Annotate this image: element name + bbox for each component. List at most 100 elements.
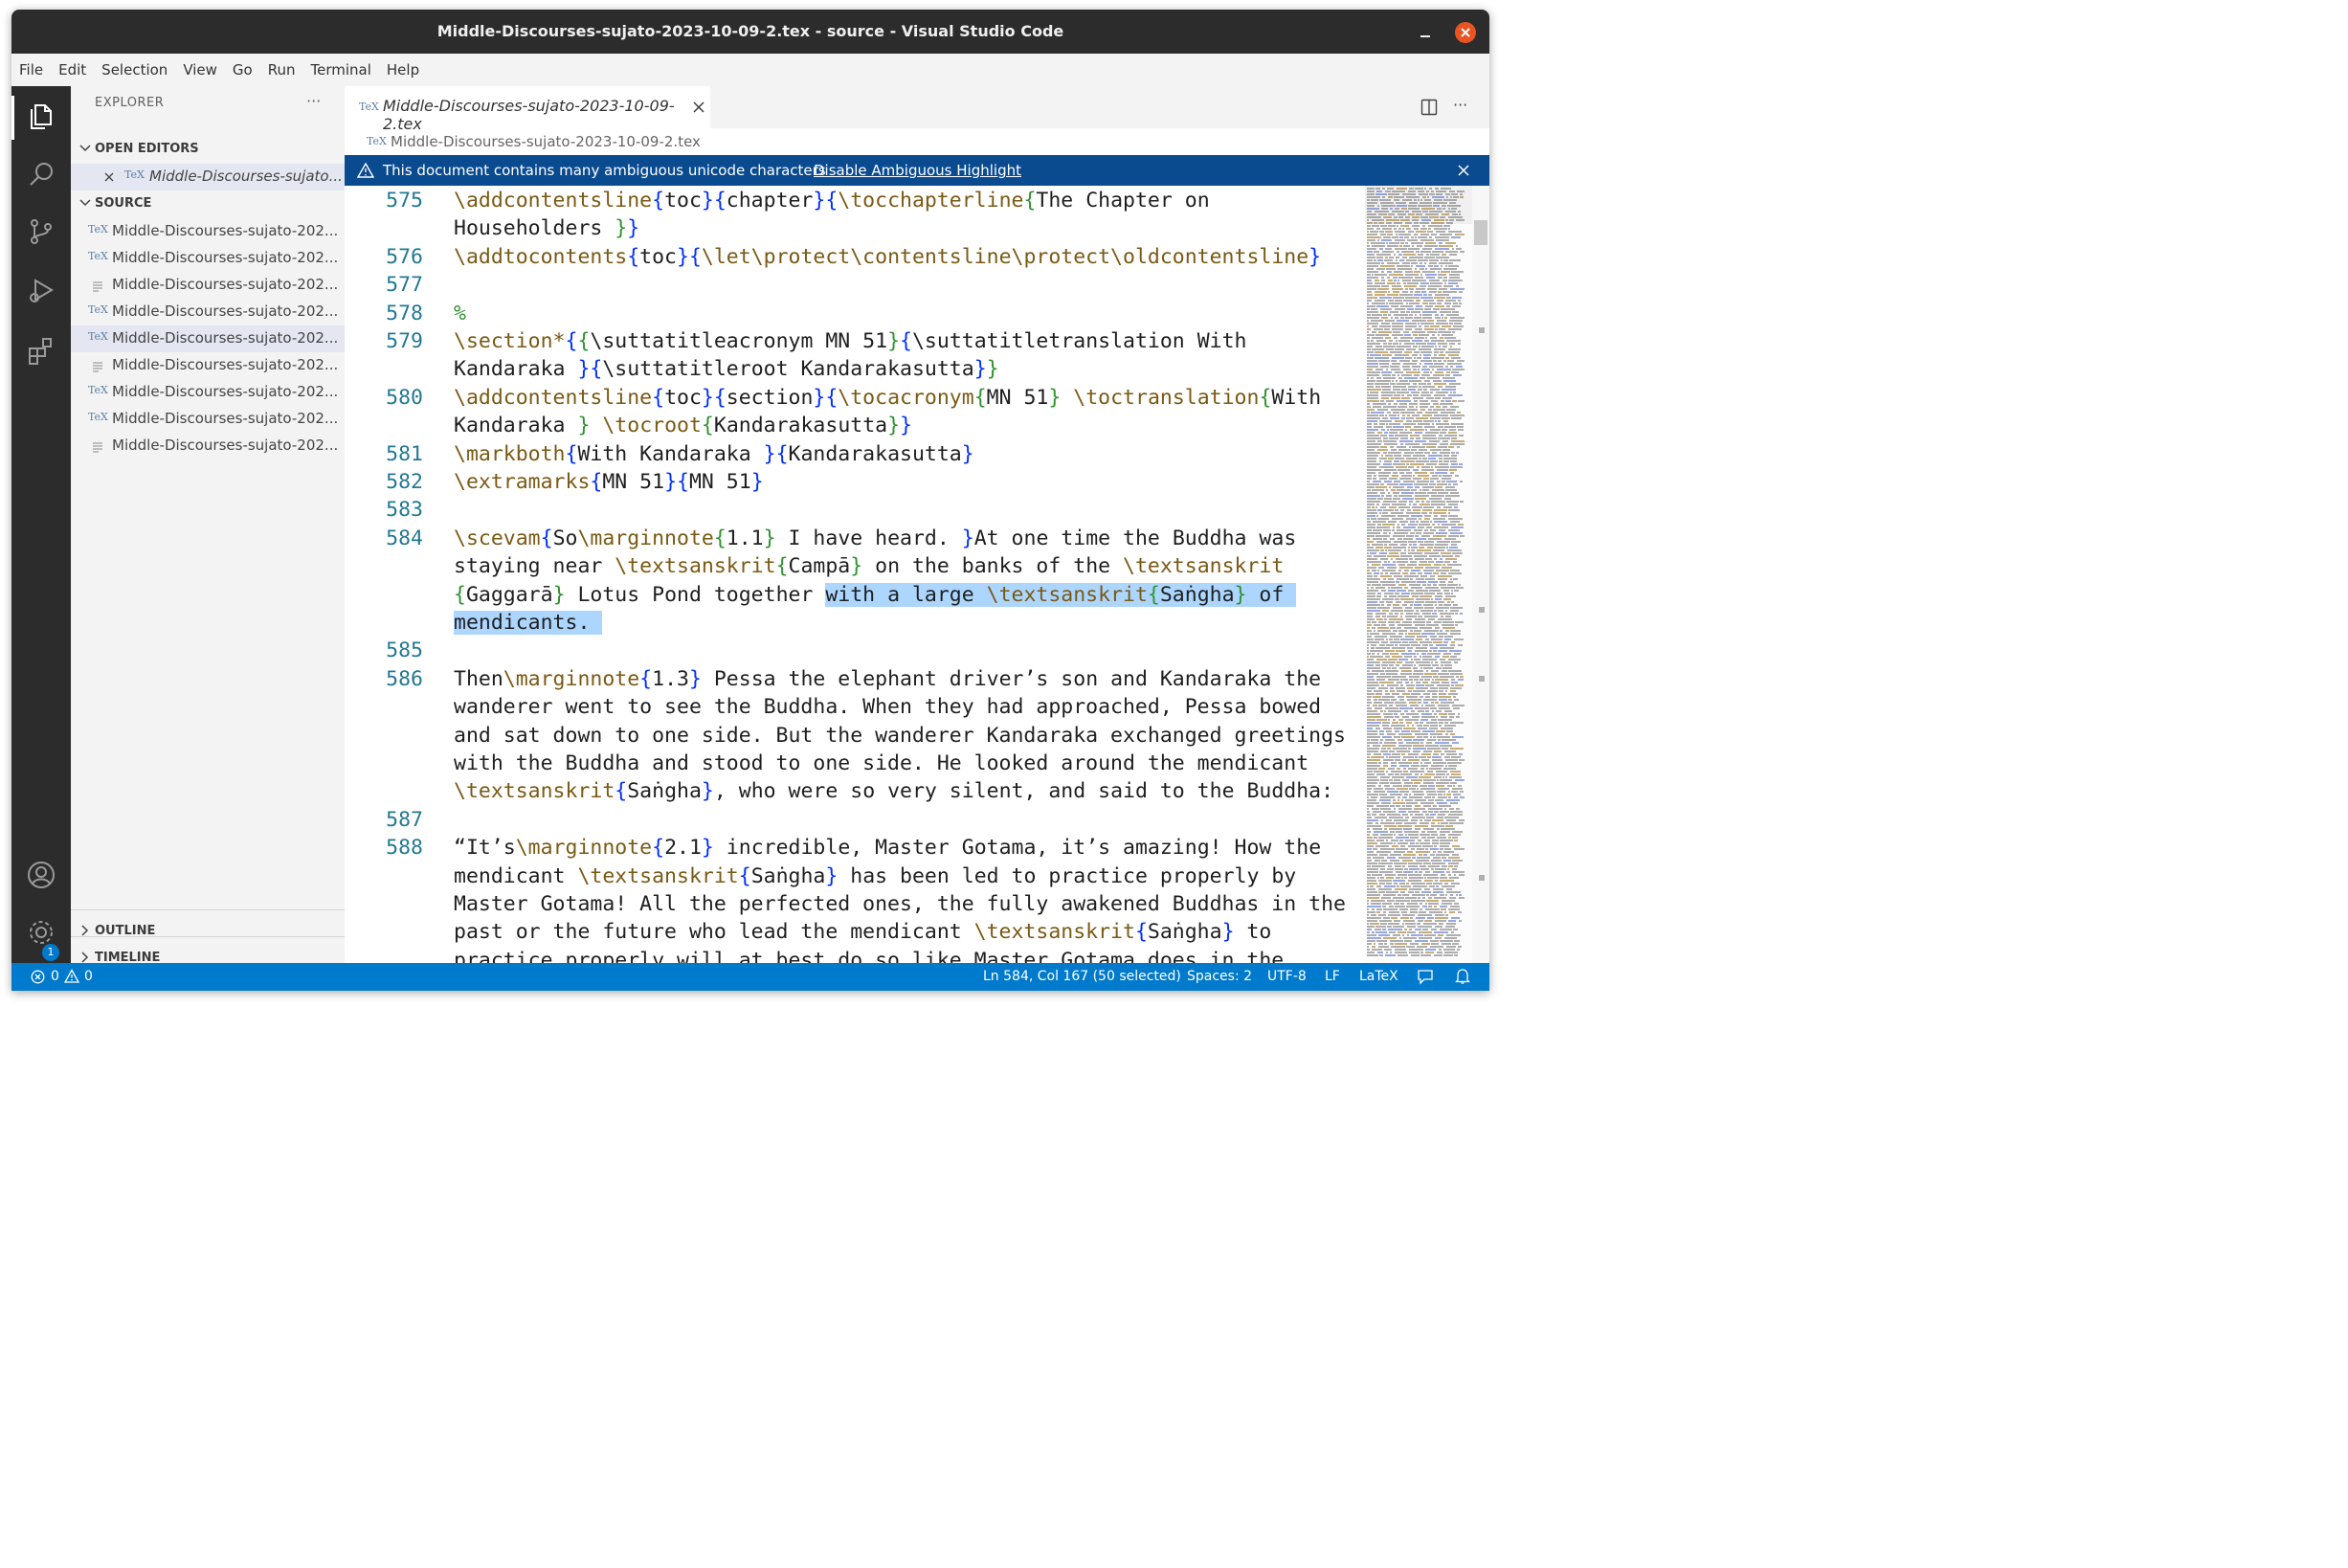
minimap-stroke [1415, 291, 1420, 293]
explorer-icon[interactable] [26, 100, 56, 130]
accounts-icon[interactable] [26, 860, 56, 890]
source-file-item[interactable]: Middle-Discourses-sujato-202... [71, 272, 345, 299]
notifications-bell-icon[interactable] [1455, 968, 1470, 985]
menu-terminal[interactable]: Terminal [303, 54, 379, 86]
source-file-item[interactable]: TeX Middle-Discourses-sujato-202... [71, 325, 345, 352]
minimap-stroke [1367, 923, 1369, 925]
scrollbar-thumb[interactable] [1474, 220, 1487, 245]
minimap-stroke [1367, 440, 1375, 442]
minimap-stroke [1445, 486, 1455, 488]
feedback-icon[interactable] [1417, 969, 1434, 985]
indentation[interactable]: Spaces: 2 [1187, 969, 1252, 984]
close-tab-icon[interactable] [693, 101, 704, 113]
minimap-stroke [1415, 650, 1428, 652]
language-mode[interactable]: LaTeX [1359, 969, 1398, 984]
minimap-stroke [1415, 472, 1427, 474]
minimap-stroke [1389, 618, 1403, 620]
source-label: SOURCE [95, 196, 152, 211]
minimap[interactable] [1365, 186, 1472, 963]
minimap-stroke [1394, 638, 1399, 640]
source-file-item[interactable]: Middle-Discourses-sujato-202... [71, 433, 345, 459]
source-file-item[interactable]: TeX Middle-Discourses-sujato-202... [71, 379, 345, 406]
minimap-stroke [1390, 429, 1403, 431]
minimap-stroke [1403, 254, 1416, 256]
minimap-stroke [1367, 414, 1378, 416]
minimap-stroke [1459, 463, 1463, 465]
run-debug-icon[interactable] [26, 276, 56, 306]
menu-view[interactable]: View [175, 54, 225, 86]
source-file-item[interactable]: Middle-Discourses-sujato-202... [71, 352, 345, 379]
menu-file[interactable]: File [11, 54, 51, 86]
minimap-stroke [1440, 880, 1454, 882]
minimap-stroke [1446, 794, 1451, 795]
minimap-stroke [1433, 308, 1440, 310]
minimap-stroke [1367, 676, 1374, 678]
minimap-stroke [1425, 684, 1434, 686]
outline-section[interactable]: OUTLINE [71, 919, 345, 944]
menu-go[interactable]: Go [225, 54, 260, 86]
minimap-stroke [1426, 742, 1432, 744]
warning-icon[interactable] [64, 969, 79, 983]
minimap-stroke [1420, 952, 1423, 953]
editor-more-icon[interactable]: ··· [1453, 96, 1467, 114]
minimap-stroke [1442, 682, 1449, 683]
close-window-icon[interactable] [1454, 21, 1477, 44]
menu-edit[interactable]: Edit [51, 54, 94, 86]
source-file-item[interactable]: TeX Middle-Discourses-sujato-202... [71, 218, 345, 245]
minimap-stroke [1429, 644, 1433, 646]
menu-selection[interactable]: Selection [94, 54, 175, 86]
open-editors-section[interactable]: OPEN EDITORS [71, 137, 345, 162]
minimap-viewport[interactable] [1365, 186, 1472, 224]
minimap-stroke [1395, 906, 1405, 907]
minimap-stroke [1367, 532, 1380, 534]
close-icon[interactable] [104, 172, 114, 182]
source-control-icon[interactable] [26, 216, 56, 247]
minimap-stroke [1404, 739, 1412, 741]
error-count[interactable]: 0 [51, 969, 59, 984]
minimap-stroke [1435, 466, 1449, 468]
minimap-stroke [1367, 495, 1380, 497]
minimap-stroke [1425, 268, 1427, 270]
disable-highlight-link[interactable]: Disable Ambiguous Highlight [814, 162, 1021, 179]
warning-count[interactable]: 0 [84, 969, 93, 984]
code-editor[interactable]: 575 576 577 578 579 580 581 582 583 584 585 586 587 5… [345, 186, 1365, 963]
menu-help[interactable]: Help [379, 54, 427, 86]
source-section[interactable]: SOURCE [71, 191, 345, 216]
minimap-stroke [1460, 791, 1464, 793]
split-editor-icon[interactable] [1420, 99, 1438, 116]
minimap-stroke [1451, 541, 1461, 543]
source-file-item[interactable]: TeX Middle-Discourses-sujato-202... [71, 406, 345, 433]
minimap-stroke [1416, 532, 1421, 534]
file-name: Middle-Discourses-sujato-202... [112, 222, 339, 239]
file-name: Middle-Discourses-sujato-202... [112, 329, 339, 347]
minimap-stroke [1419, 931, 1432, 933]
minimap-stroke [1405, 317, 1413, 319]
minimap-stroke [1434, 515, 1438, 517]
minimap-stroke [1406, 802, 1418, 804]
extensions-icon[interactable] [26, 335, 56, 366]
minimap-stroke [1373, 848, 1377, 850]
minimap-stroke [1380, 848, 1395, 850]
source-file-item[interactable]: TeX Middle-Discourses-sujato-202... [71, 245, 345, 272]
more-actions-icon[interactable]: ··· [306, 92, 321, 110]
cursor-position[interactable]: Ln 584, Col 167 (50 selected) [983, 969, 1181, 984]
minimize-icon[interactable] [1415, 22, 1436, 43]
minimap-stroke [1378, 768, 1385, 770]
open-editor-item[interactable]: TeX Middle-Discourses-sujato... [71, 164, 345, 190]
menu-run[interactable]: Run [260, 54, 303, 86]
editor-tab[interactable]: TeX Middle-Discourses-sujato-2023-10-09-… [345, 86, 710, 133]
error-icon[interactable] [31, 970, 45, 984]
minimap-stroke [1450, 894, 1453, 896]
minimap-stroke [1421, 837, 1426, 839]
minimap-stroke [1442, 624, 1454, 626]
close-banner-icon[interactable] [1458, 165, 1469, 176]
vertical-scrollbar[interactable] [1472, 186, 1489, 963]
encoding[interactable]: UTF-8 [1267, 969, 1307, 984]
source-file-item[interactable]: TeX Middle-Discourses-sujato-202... [71, 299, 345, 325]
minimap-stroke [1444, 911, 1446, 913]
breadcrumb-file[interactable]: Middle-Discourses-sujato-2023-10-09-2.te… [391, 133, 701, 150]
minimap-stroke [1450, 532, 1463, 534]
end-of-line[interactable]: LF [1325, 969, 1340, 984]
minimap-stroke [1367, 406, 1371, 408]
search-icon[interactable] [26, 159, 56, 190]
